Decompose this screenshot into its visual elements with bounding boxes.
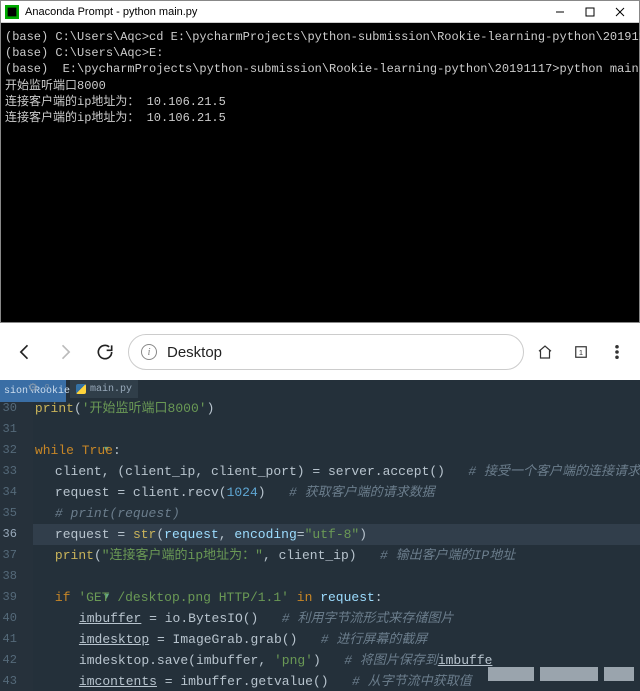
code-line[interactable]: client, (client_ip, client_port) = serve… bbox=[33, 461, 640, 482]
line-number: 33 bbox=[0, 461, 33, 482]
back-button[interactable] bbox=[8, 335, 42, 369]
line-number: 31 bbox=[0, 419, 33, 440]
code-line[interactable]: imdesktop = ImageGrab.grab() # 进行屏幕的截屏 bbox=[33, 629, 640, 650]
line-number: 42 bbox=[0, 650, 33, 671]
code-area[interactable]: print('开始监听端口8000') while True:client, (c… bbox=[33, 380, 640, 691]
code-line[interactable] bbox=[33, 566, 640, 587]
terminal-title: Anaconda Prompt - python main.py bbox=[25, 6, 545, 18]
line-number: 36 bbox=[0, 524, 33, 545]
svg-text:1: 1 bbox=[579, 348, 583, 357]
code-line[interactable]: request = client.recv(1024) # 获取客户端的请求数据 bbox=[33, 482, 640, 503]
terminal-body[interactable]: (base) C:\Users\Aqc>cd E:\pycharmProject… bbox=[1, 23, 639, 132]
anaconda-icon bbox=[5, 5, 19, 19]
home-button[interactable] bbox=[530, 337, 560, 367]
forward-button[interactable] bbox=[48, 335, 82, 369]
tabs-button[interactable]: 1 bbox=[566, 337, 596, 367]
code-line[interactable]: imbuffer = io.BytesIO() # 利用字节流形式来存储图片 bbox=[33, 608, 640, 629]
reload-button[interactable] bbox=[88, 335, 122, 369]
url-text: Desktop bbox=[167, 344, 222, 361]
line-number: 38 bbox=[0, 566, 33, 587]
line-number: 39 bbox=[0, 587, 33, 608]
code-line[interactable]: request = str(request, encoding="utf-8") bbox=[33, 524, 640, 545]
line-gutter: 3031323334353637383940414243 bbox=[0, 380, 33, 691]
minimize-button[interactable] bbox=[545, 2, 575, 22]
line-number: 37 bbox=[0, 545, 33, 566]
line-number: 32 bbox=[0, 440, 33, 461]
code-line[interactable] bbox=[33, 419, 640, 440]
close-button[interactable] bbox=[605, 2, 635, 22]
line-number: 43 bbox=[0, 671, 33, 691]
browser-toolbar: i Desktop 1 bbox=[0, 324, 640, 380]
terminal-window: Anaconda Prompt - python main.py (base) … bbox=[0, 0, 640, 323]
terminal-line: (base) C:\Users\Aqc>cd E:\pycharmProject… bbox=[5, 29, 635, 45]
menu-button[interactable] bbox=[602, 337, 632, 367]
code-line[interactable]: print('开始监听端口8000') bbox=[33, 398, 640, 419]
url-bar[interactable]: i Desktop bbox=[128, 334, 524, 370]
site-info-icon[interactable]: i bbox=[141, 344, 157, 360]
terminal-line: 开始监听端口8000 bbox=[5, 78, 635, 94]
code-editor: sion\Rookie main.py ⚙ ⌕ 3031323334353637… bbox=[0, 380, 640, 691]
line-number: 35 bbox=[0, 503, 33, 524]
line-number: 34 bbox=[0, 482, 33, 503]
terminal-line: 连接客户端的ip地址为： 10.106.21.5 bbox=[5, 94, 635, 110]
code-line[interactable]: # print(request) bbox=[33, 503, 640, 524]
terminal-line: (base) C:\Users\Aqc>E: bbox=[5, 45, 635, 61]
code-line[interactable]: while True: bbox=[33, 440, 640, 461]
editor-status-blocks bbox=[488, 667, 634, 681]
code-line[interactable]: if 'GET /desktop.png HTTP/1.1' in reques… bbox=[33, 587, 640, 608]
line-number: 40 bbox=[0, 608, 33, 629]
terminal-titlebar[interactable]: Anaconda Prompt - python main.py bbox=[1, 1, 639, 23]
code-line[interactable]: print("连接客户端的ip地址为：", client_ip) # 输出客户端… bbox=[33, 545, 640, 566]
line-number: 41 bbox=[0, 629, 33, 650]
terminal-line: 连接客户端的ip地址为： 10.106.21.5 bbox=[5, 110, 635, 126]
maximize-button[interactable] bbox=[575, 2, 605, 22]
terminal-line: (base) E:\pycharmProjects\python-submiss… bbox=[5, 61, 635, 77]
